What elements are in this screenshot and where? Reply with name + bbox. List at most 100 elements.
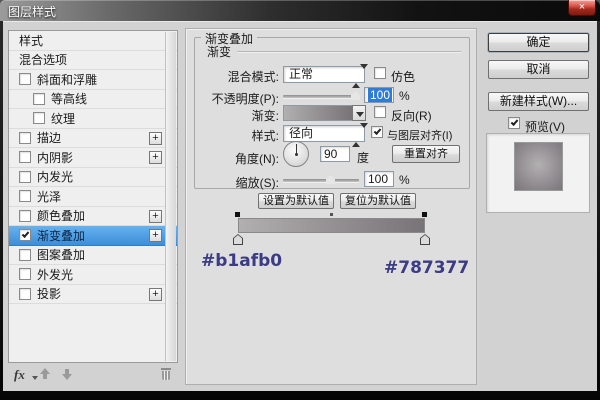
move-down-icon[interactable]: [60, 368, 74, 382]
window-title: 图层样式: [8, 3, 56, 20]
sidebar-item-outer-glow[interactable]: 外发光: [9, 265, 177, 285]
color-overlay-add-button[interactable]: +: [149, 210, 162, 223]
opacity-value: 100: [368, 88, 392, 102]
inner-glow-checkbox[interactable]: [19, 171, 31, 183]
texture-checkbox[interactable]: [33, 112, 45, 124]
gradient-swatch[interactable]: [283, 105, 353, 121]
scale-unit: %: [399, 173, 410, 187]
reverse-label: 反向(R): [391, 107, 432, 124]
scale-slider-thumb[interactable]: [326, 175, 335, 184]
sidebar-item-styles[interactable]: 样式: [9, 31, 177, 51]
reverse-checkbox[interactable]: [374, 106, 386, 118]
divider: [237, 51, 461, 52]
styles-list-scrollbar[interactable]: [165, 32, 176, 361]
align-with-layer-checkbox[interactable]: [371, 126, 383, 138]
gradient-label: 渐变:: [195, 107, 279, 124]
sidebar-item-label: 混合选项: [19, 51, 67, 68]
section-title: 渐变: [207, 43, 237, 60]
sidebar-item-texture[interactable]: 纹理: [9, 109, 177, 129]
color-overlay-checkbox[interactable]: [19, 210, 31, 222]
sidebar-item-bevel-emboss[interactable]: 斜面和浮雕: [9, 70, 177, 90]
gradient-anchor-left[interactable]: [235, 212, 240, 217]
check-icon: [22, 230, 30, 238]
sidebar-item-pattern-overlay[interactable]: 图案叠加: [9, 246, 177, 266]
move-up-icon[interactable]: [38, 368, 52, 382]
opacity-slider-thumb[interactable]: [351, 91, 360, 100]
hex-annotation-right: #787377: [384, 258, 469, 278]
pattern-overlay-checkbox[interactable]: [19, 249, 31, 261]
sidebar-item-gradient-overlay[interactable]: 渐变叠加 +: [9, 226, 177, 246]
sidebar-item-inner-glow[interactable]: 内发光: [9, 168, 177, 188]
sidebar-item-label: 颜色叠加: [37, 207, 85, 224]
style-select[interactable]: 径向: [283, 125, 365, 142]
gradient-anchor-right[interactable]: [422, 212, 427, 217]
ok-button[interactable]: 确定: [488, 33, 589, 52]
title-bar[interactable]: 图层样式 ×: [0, 0, 600, 21]
gradient-overlay-panel: 渐变叠加 渐变 混合模式: 正常 仿色 不透明度(P):: [185, 28, 477, 385]
gradient-overlay-checkbox[interactable]: [19, 229, 31, 241]
chevron-down-icon: [356, 112, 364, 117]
sidebar-item-blending-options[interactable]: 混合选项: [9, 51, 177, 71]
sidebar-item-label: 渐变叠加: [37, 227, 85, 244]
scale-slider[interactable]: [283, 179, 359, 182]
satin-checkbox[interactable]: [19, 190, 31, 202]
angle-dial[interactable]: [283, 141, 309, 167]
close-icon: ×: [579, 1, 585, 13]
blend-mode-select[interactable]: 正常: [283, 66, 365, 83]
sidebar-item-label: 描边: [37, 129, 61, 146]
layer-style-dialog: 图层样式 × 样式 混合选项 斜面和浮雕 等高线 纹理: [0, 0, 600, 400]
sidebar-item-stroke[interactable]: 描边 +: [9, 129, 177, 149]
sidebar-item-label: 外发光: [37, 266, 73, 283]
gradient-midpoint-icon[interactable]: [330, 213, 333, 216]
cancel-button[interactable]: 取消: [488, 60, 589, 79]
angle-value: 90: [324, 147, 337, 161]
sidebar-item-drop-shadow[interactable]: 投影 +: [9, 285, 177, 305]
drop-shadow-checkbox[interactable]: [19, 288, 31, 300]
close-button[interactable]: ×: [568, 0, 596, 16]
set-default-button[interactable]: 设置为默认值: [258, 193, 334, 209]
style-value: 径向: [289, 126, 313, 140]
preview-checkbox[interactable]: [508, 117, 520, 129]
sidebar-item-label: 投影: [37, 285, 61, 302]
dither-label: 仿色: [391, 68, 415, 85]
dither-checkbox[interactable]: [374, 67, 386, 79]
align-with-layer-label: 与图层对齐(I): [387, 127, 452, 143]
scale-value: 100: [368, 172, 388, 186]
sidebar-item-label: 纹理: [51, 110, 75, 127]
stroke-checkbox[interactable]: [19, 132, 31, 144]
contour-checkbox[interactable]: [33, 93, 45, 105]
bevel-emboss-checkbox[interactable]: [19, 73, 31, 85]
outer-glow-checkbox[interactable]: [19, 268, 31, 280]
check-icon: [374, 127, 382, 135]
check-icon: [511, 118, 519, 126]
sidebar-item-inner-shadow[interactable]: 内阴影 +: [9, 148, 177, 168]
sidebar-item-contour[interactable]: 等高线: [9, 90, 177, 110]
opacity-slider[interactable]: [283, 95, 359, 98]
gradient-overlay-group: 渐变叠加 渐变 混合模式: 正常 仿色 不透明度(P):: [194, 37, 470, 189]
opacity-input[interactable]: 100: [364, 87, 394, 103]
inner-shadow-checkbox[interactable]: [19, 151, 31, 163]
scale-input[interactable]: 100: [364, 171, 394, 187]
fx-icon[interactable]: fx: [14, 367, 25, 383]
gradient-overlay-add-button[interactable]: +: [149, 229, 162, 242]
inner-shadow-add-button[interactable]: +: [149, 151, 162, 164]
hex-annotation-left: #b1afb0: [201, 251, 282, 271]
styles-list-toolbar: fx: [8, 367, 178, 385]
gradient-preview-bar[interactable]: [238, 218, 425, 233]
angle-input[interactable]: 90: [320, 146, 350, 162]
blend-mode-value: 正常: [289, 67, 313, 81]
style-label: 样式:: [195, 127, 279, 144]
gradient-picker-button[interactable]: [352, 105, 366, 121]
sidebar-item-satin[interactable]: 光泽: [9, 187, 177, 207]
delete-trash-icon[interactable]: [160, 367, 172, 381]
gradient-stop-left[interactable]: [233, 234, 243, 245]
drop-shadow-add-button[interactable]: +: [149, 288, 162, 301]
reset-default-button[interactable]: 复位为默认值: [340, 193, 416, 209]
sidebar-item-color-overlay[interactable]: 颜色叠加 +: [9, 207, 177, 227]
new-style-button[interactable]: 新建样式(W)...: [488, 92, 589, 111]
gradient-preview-thumbnail: [514, 142, 563, 191]
sidebar-item-label: 等高线: [51, 90, 87, 107]
stroke-add-button[interactable]: +: [149, 132, 162, 145]
gradient-stop-right[interactable]: [420, 234, 430, 245]
reset-alignment-button[interactable]: 重置对齐: [392, 145, 460, 163]
